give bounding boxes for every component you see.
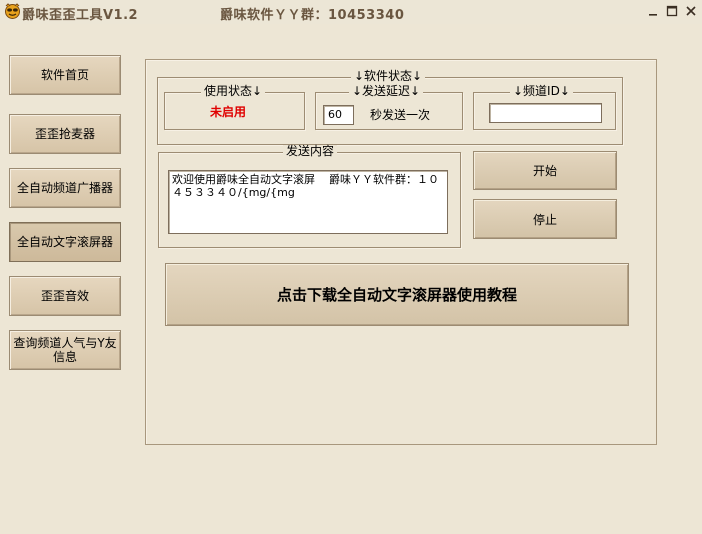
- sidebar-item-mic-grabber[interactable]: 歪歪抢麦器: [9, 114, 121, 154]
- send-content-legend: 发送内容: [283, 145, 338, 158]
- delay-suffix-label: 秒发送一次: [370, 108, 431, 122]
- channel-id-input[interactable]: [489, 103, 602, 123]
- sidebar-item-channel-broadcaster[interactable]: 全自动频道广播器: [9, 168, 121, 208]
- send-content-textarea[interactable]: 欢迎使用爵味全自动文字滚屏 爵味ＹＹ软件群：１０４５３３４０/{mg/{mg: [168, 170, 448, 234]
- send-delay-group: ↓发送延迟↓ 60 秒发送一次: [315, 85, 463, 130]
- channel-id-group: ↓频道ID↓: [473, 85, 616, 130]
- minimize-icon[interactable]: [646, 4, 660, 18]
- yy-group-info: 爵味软件ＹＹ群：10453340: [220, 8, 405, 23]
- stop-button[interactable]: 停止: [473, 199, 617, 239]
- send-delay-legend: ↓发送延迟↓: [349, 85, 424, 98]
- sidebar-item-text-scroller[interactable]: 全自动文字滚屏器: [9, 222, 121, 262]
- channel-id-legend: ↓频道ID↓: [510, 85, 573, 98]
- sidebar-item-channel-query[interactable]: 查询频道人气与Y友信息: [9, 330, 121, 370]
- close-icon[interactable]: [684, 4, 698, 18]
- sidebar-item-sound-effects[interactable]: 歪歪音效: [9, 276, 121, 316]
- send-content-group: 发送内容 欢迎使用爵味全自动文字滚屏 爵味ＹＹ软件群：１０４５３３４０/{mg/…: [158, 145, 461, 248]
- window-title: 爵味歪歪工具V1.2: [22, 8, 139, 23]
- usage-status-value: 未启用: [210, 105, 247, 119]
- delay-seconds-input[interactable]: 60: [323, 105, 354, 125]
- usage-status-group: 使用状态↓ 未启用: [164, 85, 305, 130]
- maximize-icon[interactable]: [665, 4, 679, 18]
- download-tutorial-button[interactable]: 点击下载全自动文字滚屏器使用教程: [165, 263, 629, 326]
- usage-status-legend: 使用状态↓: [201, 85, 266, 98]
- start-button[interactable]: 开始: [473, 151, 617, 190]
- title-bar: 爵味歪歪工具V1.2 爵味软件ＹＹ群：10453340: [0, 0, 702, 24]
- sidebar-item-home[interactable]: 软件首页: [9, 55, 121, 95]
- app-logo-icon: [4, 3, 21, 19]
- software-status-legend: ↓软件状态↓: [351, 70, 426, 83]
